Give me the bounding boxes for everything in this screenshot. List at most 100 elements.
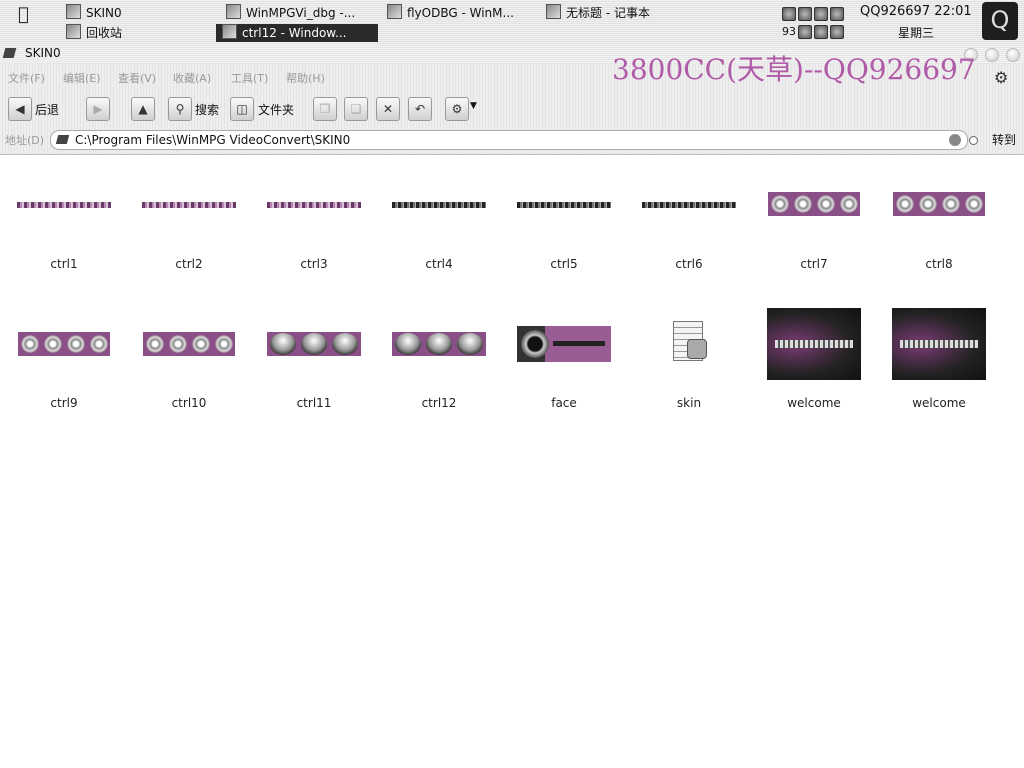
menu-tools[interactable]: 工具(T) <box>231 70 268 86</box>
file-item[interactable]: ctrl4 <box>377 185 501 315</box>
task-winmpg[interactable]: WinMPGVi_dbg -... <box>226 4 376 22</box>
close-button[interactable] <box>1006 48 1020 62</box>
file-thumbnail <box>517 326 611 362</box>
file-name: face <box>551 396 577 410</box>
task-label: ctrl12 - Window... <box>242 26 347 40</box>
file-item[interactable]: skin <box>627 305 751 435</box>
address-input[interactable]: C:\Program Files\WinMPG VideoConvert\SKI… <box>50 130 968 150</box>
back-label: 后退 <box>35 103 60 117</box>
show-desktop-button[interactable]: Q <box>982 2 1018 40</box>
refresh-icon[interactable] <box>949 134 961 146</box>
taskbar:  SKIN0 回收站 WinMPGVi_dbg -... ctrl12 - W… <box>0 0 1024 45</box>
file-item[interactable]: face <box>502 305 626 435</box>
go-radio-icon[interactable] <box>969 136 978 145</box>
folders-icon: ◫ <box>230 97 254 121</box>
tray-app-icon[interactable] <box>798 7 812 21</box>
gear-icon: ⚙ <box>445 97 469 121</box>
forward-arrow-icon: ▶ <box>86 97 110 121</box>
file-item[interactable]: welcome <box>877 305 1001 435</box>
task-flyodbg[interactable]: flyODBG - WinM... <box>387 4 532 22</box>
copy-to-icon: ❏ <box>344 97 368 121</box>
search-icon: ⚲ <box>168 97 192 121</box>
file-name: welcome <box>787 396 841 410</box>
task-ctrl12[interactable]: ctrl12 - Window... <box>216 24 378 42</box>
file-item[interactable]: ctrl10 <box>127 305 251 435</box>
file-item[interactable]: ctrl3 <box>252 185 376 315</box>
file-item[interactable]: ctrl9 <box>2 305 126 435</box>
menu-view[interactable]: 查看(V) <box>118 70 156 86</box>
apple-menu-icon[interactable]:  <box>18 4 29 25</box>
tray-app-icon[interactable] <box>782 7 796 21</box>
pinned-label: SKIN0 <box>86 6 122 20</box>
file-item[interactable]: ctrl2 <box>127 185 251 315</box>
image-icon <box>222 24 237 39</box>
notepad-icon <box>546 4 561 19</box>
file-thumbnail <box>267 202 361 208</box>
task-label: 无标题 - 记事本 <box>566 6 650 20</box>
tray-app-icon[interactable] <box>814 7 828 21</box>
clock-time: QQ926697 22:01 <box>860 4 972 19</box>
file-item[interactable]: ctrl11 <box>252 305 376 435</box>
toolbar: ◀ 后退 ▶ ▲ ⚲ 搜索 ◫ 文件夹 ❐ ❏ ✕ ↶ ⚙ ▼ <box>0 90 1024 126</box>
file-thumbnail <box>768 192 860 216</box>
file-item[interactable]: ctrl8 <box>877 185 1001 315</box>
task-label: flyODBG - WinM... <box>407 6 514 20</box>
file-item[interactable]: ctrl12 <box>377 305 501 435</box>
folder-icon <box>55 135 70 144</box>
file-item[interactable]: ctrl5 <box>502 185 626 315</box>
task-notepad[interactable]: 无标题 - 记事本 <box>546 4 666 22</box>
file-thumbnail <box>143 332 235 356</box>
file-name: ctrl5 <box>550 257 578 271</box>
folder-icon <box>2 48 17 58</box>
maximize-button[interactable] <box>985 48 999 62</box>
window-title: SKIN0 <box>25 46 61 60</box>
file-name: ctrl6 <box>675 257 703 271</box>
back-arrow-icon: ◀ <box>8 97 32 121</box>
file-thumbnail <box>893 192 985 216</box>
loading-spinner-icon: ⚙ <box>994 68 1009 87</box>
bug-icon <box>387 4 402 19</box>
file-thumbnail <box>517 202 611 208</box>
file-item[interactable]: ctrl6 <box>627 185 751 315</box>
go-button[interactable]: 转到 <box>992 131 1016 148</box>
file-name: ctrl1 <box>50 257 78 271</box>
delete-x-icon: ✕ <box>376 97 400 121</box>
file-thumbnail <box>767 308 861 380</box>
file-item[interactable]: ctrl7 <box>752 185 876 315</box>
address-label: 地址(D) <box>5 134 45 147</box>
tray-app-icon[interactable] <box>814 25 828 39</box>
taskbar-pinned-skin0[interactable]: SKIN0 <box>66 4 122 22</box>
watermark-text: 3800CC(天草)--QQ926697 <box>612 53 976 86</box>
file-name: ctrl4 <box>425 257 453 271</box>
menu-help[interactable]: 帮助(H) <box>286 70 325 86</box>
file-name: ctrl2 <box>175 257 203 271</box>
address-value: C:\Program Files\WinMPG VideoConvert\SKI… <box>75 133 351 147</box>
tray-app-icon[interactable] <box>830 25 844 39</box>
clock-weekday: 星期三 <box>898 26 935 40</box>
pinned-label: 回收站 <box>86 26 123 40</box>
file-item[interactable]: ctrl1 <box>2 185 126 315</box>
folder-icon <box>66 4 81 19</box>
search-label: 搜索 <box>195 103 220 117</box>
file-thumbnail <box>142 202 236 208</box>
folders-label: 文件夹 <box>258 103 295 117</box>
file-thumbnail <box>392 332 486 356</box>
taskbar-pinned-recycle-bin[interactable]: 回收站 <box>66 24 122 42</box>
recycle-bin-icon <box>66 24 81 39</box>
menu-edit[interactable]: 编辑(E) <box>63 70 101 86</box>
tray-number: 93 <box>782 25 796 38</box>
file-thumbnail <box>892 308 986 380</box>
menu-file[interactable]: 文件(F) <box>8 70 45 86</box>
skin-file-icon <box>669 319 709 367</box>
file-name: ctrl7 <box>800 257 828 271</box>
file-thumbnail <box>642 202 736 208</box>
file-thumbnail <box>17 202 111 208</box>
file-name: ctrl10 <box>171 396 207 410</box>
file-name: ctrl8 <box>925 257 953 271</box>
file-name: ctrl11 <box>296 396 332 410</box>
file-name: skin <box>676 396 702 410</box>
file-item[interactable]: welcome <box>752 305 876 435</box>
tray-app-icon[interactable] <box>830 7 844 21</box>
tray-app-icon[interactable] <box>798 25 812 39</box>
menu-favorites[interactable]: 收藏(A) <box>173 70 211 86</box>
